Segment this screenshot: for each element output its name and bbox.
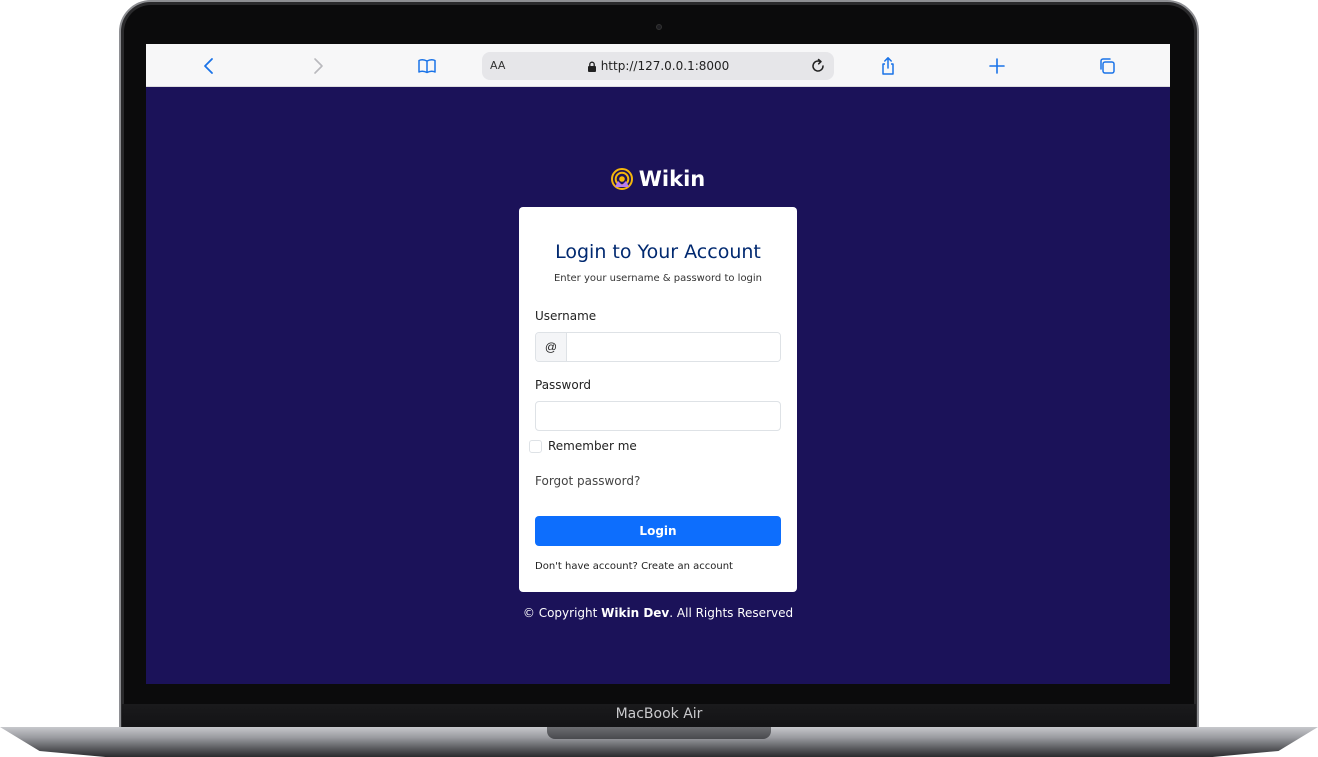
copyright-suffix: . All Rights Reserved xyxy=(669,606,794,620)
browser-toolbar: AA http://127.0.0.1:8000 xyxy=(146,44,1170,87)
new-tab-icon[interactable] xyxy=(984,53,1010,79)
username-label: Username xyxy=(535,309,597,323)
wikin-logo-icon xyxy=(610,168,633,190)
brand[interactable]: Wikin xyxy=(146,164,1170,194)
browser-window: AA http://127.0.0.1:8000 Wikin Login to … xyxy=(146,44,1170,684)
forgot-password-link[interactable]: Forgot password? xyxy=(535,474,640,488)
camera xyxy=(656,24,662,30)
forward-icon[interactable] xyxy=(305,53,331,79)
signup-prompt: Don't have account? Create an account xyxy=(535,561,733,572)
url-text: http://127.0.0.1:8000 xyxy=(600,59,730,73)
password-label: Password xyxy=(535,378,592,392)
brand-name: Wikin xyxy=(638,167,706,191)
create-account-link[interactable]: Create an account xyxy=(641,561,733,572)
card-subtitle: Enter your username & password to login xyxy=(553,273,763,284)
copyright: © Copyright Wikin Dev. All Rights Reserv… xyxy=(146,606,1170,620)
device-model-label: MacBook Air xyxy=(615,706,703,722)
bookmarks-icon[interactable] xyxy=(414,53,440,79)
copyright-company: Wikin Dev xyxy=(601,606,670,620)
url-display[interactable]: http://127.0.0.1:8000 xyxy=(482,52,834,80)
address-bar[interactable]: AA http://127.0.0.1:8000 xyxy=(482,52,834,80)
remember-me-checkbox[interactable] xyxy=(529,439,542,453)
signup-prompt-text: Don't have account? xyxy=(535,561,638,572)
password-input[interactable] xyxy=(535,401,781,431)
laptop-frame: AA http://127.0.0.1:8000 Wikin Login to … xyxy=(0,0,1318,757)
username-input[interactable] xyxy=(567,333,780,361)
tabs-icon[interactable] xyxy=(1094,53,1120,79)
lock-icon xyxy=(587,61,596,72)
username-input-group: @ xyxy=(535,332,781,362)
laptop-notch xyxy=(547,727,771,739)
remember-me[interactable]: Remember me xyxy=(529,439,637,453)
copyright-prefix: © Copyright xyxy=(522,606,598,620)
share-icon[interactable] xyxy=(875,53,901,79)
remember-me-label[interactable]: Remember me xyxy=(548,439,637,453)
back-icon[interactable] xyxy=(196,53,222,79)
card-title: Login to Your Account xyxy=(555,241,761,263)
reload-icon[interactable] xyxy=(808,56,828,76)
login-card: Login to Your Account Enter your usernam… xyxy=(519,207,797,592)
login-button[interactable]: Login xyxy=(535,516,781,546)
at-sign-prefix: @ xyxy=(536,333,567,361)
